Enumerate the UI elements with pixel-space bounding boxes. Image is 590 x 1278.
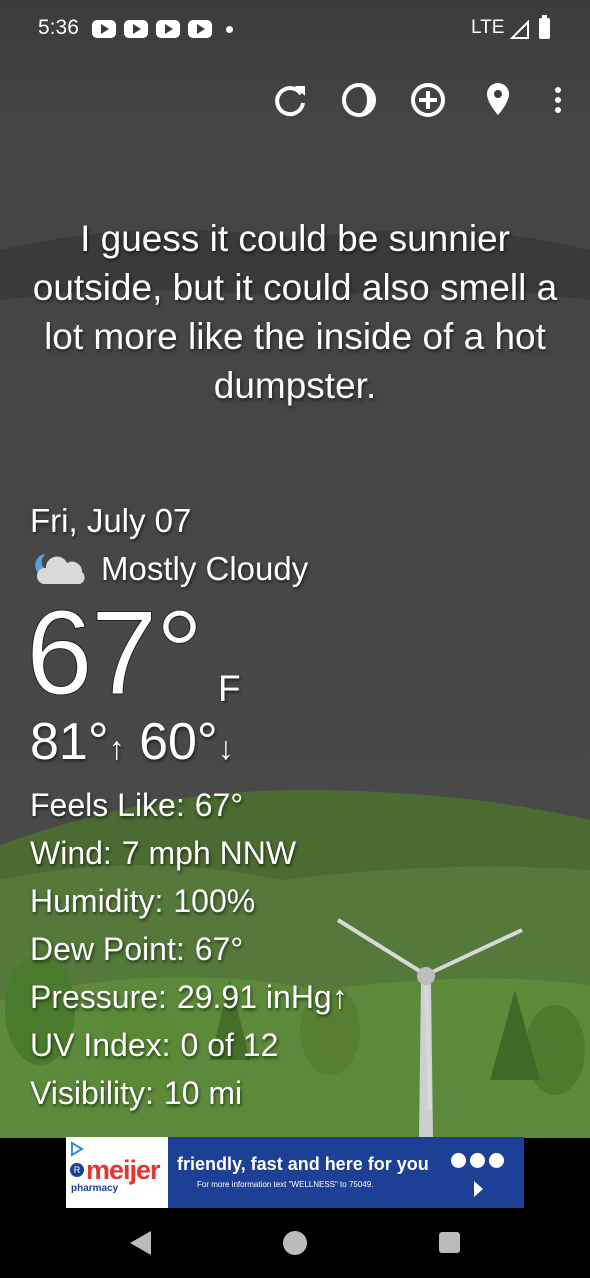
ad-choices-icon[interactable] bbox=[70, 1141, 84, 1157]
detail-label: Feels Like: bbox=[30, 787, 185, 823]
more-options-icon bbox=[555, 87, 561, 113]
rx-icon: R bbox=[70, 1163, 84, 1177]
theme-icon bbox=[342, 83, 376, 117]
recent-apps-button[interactable] bbox=[439, 1232, 460, 1253]
detail-value: 29.91 inHg↑ bbox=[176, 979, 348, 1015]
battery-icon bbox=[539, 15, 550, 39]
status-bar: 5:36 LTE bbox=[0, 0, 590, 60]
ad-feature-icon bbox=[451, 1153, 466, 1168]
detail-uv-index: UV Index: 0 of 12 bbox=[30, 1025, 278, 1065]
current-temperature: 67° bbox=[25, 586, 203, 720]
refresh-icon bbox=[275, 86, 305, 117]
condition-text: Mostly Cloudy bbox=[101, 550, 309, 587]
add-location-icon bbox=[411, 83, 445, 117]
add-location-button[interactable] bbox=[408, 80, 448, 120]
ad-brand: meijer bbox=[86, 1155, 161, 1185]
notification-icons bbox=[92, 20, 212, 38]
detail-value: 67° bbox=[194, 931, 244, 967]
detail-label: Dew Point: bbox=[30, 931, 185, 967]
ad-brand-sub: pharmacy bbox=[71, 1183, 119, 1194]
theme-button[interactable] bbox=[339, 80, 379, 120]
refresh-button[interactable] bbox=[270, 80, 310, 120]
detail-value: 7 mph NNW bbox=[121, 835, 297, 871]
ad-feature-icons bbox=[451, 1153, 504, 1168]
detail-label: Visibility: bbox=[30, 1075, 154, 1111]
detail-visibility: Visibility: 10 mi bbox=[30, 1073, 242, 1113]
ad-feature-icon bbox=[489, 1153, 504, 1168]
ad-feature-icon bbox=[470, 1153, 485, 1168]
weather-quote: I guess it could be sunnier outside, but… bbox=[32, 218, 558, 406]
detail-value: 100% bbox=[173, 883, 256, 919]
youtube-icon bbox=[156, 20, 180, 38]
detail-dew-point: Dew Point: 67° bbox=[30, 929, 243, 969]
detail-pressure: Pressure: 29.91 inHg↑ bbox=[30, 977, 348, 1017]
ad-arrow-icon[interactable] bbox=[474, 1181, 483, 1197]
detail-humidity: Humidity: 100% bbox=[30, 881, 255, 921]
detail-feels-like: Feels Like: 67° bbox=[30, 785, 243, 825]
ad-headline: friendly, fast and here for you bbox=[177, 1154, 429, 1174]
detail-label: Wind: bbox=[30, 835, 112, 871]
down-arrow-icon: ↓ bbox=[217, 730, 234, 766]
high-temperature: 81° bbox=[30, 713, 109, 771]
more-options-button[interactable] bbox=[538, 80, 578, 120]
ad-banner[interactable]: R meijer pharmacy friendly, fast and her… bbox=[66, 1137, 524, 1208]
detail-value: 67° bbox=[194, 787, 244, 823]
location-pin-icon bbox=[487, 83, 509, 115]
detail-wind: Wind: 7 mph NNW bbox=[30, 833, 296, 873]
ad-small-text: For more information text "WELLNESS" to … bbox=[197, 1180, 374, 1189]
low-temperature: 60° bbox=[139, 713, 218, 771]
detail-value: 10 mi bbox=[163, 1075, 243, 1111]
high-low: 81°↑ 60°↓ bbox=[30, 712, 234, 778]
youtube-icon bbox=[124, 20, 148, 38]
partly-cloudy-night-icon bbox=[35, 554, 85, 584]
detail-label: Pressure: bbox=[30, 979, 167, 1015]
detail-value: 0 of 12 bbox=[180, 1027, 279, 1063]
more-notifications-dot bbox=[226, 26, 233, 33]
status-time: 5:36 bbox=[38, 16, 79, 39]
detail-label: Humidity: bbox=[30, 883, 164, 919]
date: Fri, July 07 bbox=[30, 502, 192, 539]
network-label: LTE bbox=[471, 17, 505, 38]
detail-label: UV Index: bbox=[30, 1027, 171, 1063]
signal-icon bbox=[510, 20, 529, 39]
up-arrow-icon: ↑ bbox=[108, 730, 125, 766]
home-button[interactable] bbox=[283, 1231, 307, 1255]
back-button[interactable] bbox=[130, 1231, 151, 1255]
location-button[interactable] bbox=[478, 80, 518, 120]
youtube-icon bbox=[188, 20, 212, 38]
ad-logo: R meijer pharmacy bbox=[66, 1137, 168, 1208]
temperature-unit: F bbox=[218, 668, 241, 709]
navigation-bar bbox=[0, 1208, 590, 1278]
youtube-icon bbox=[92, 20, 116, 38]
